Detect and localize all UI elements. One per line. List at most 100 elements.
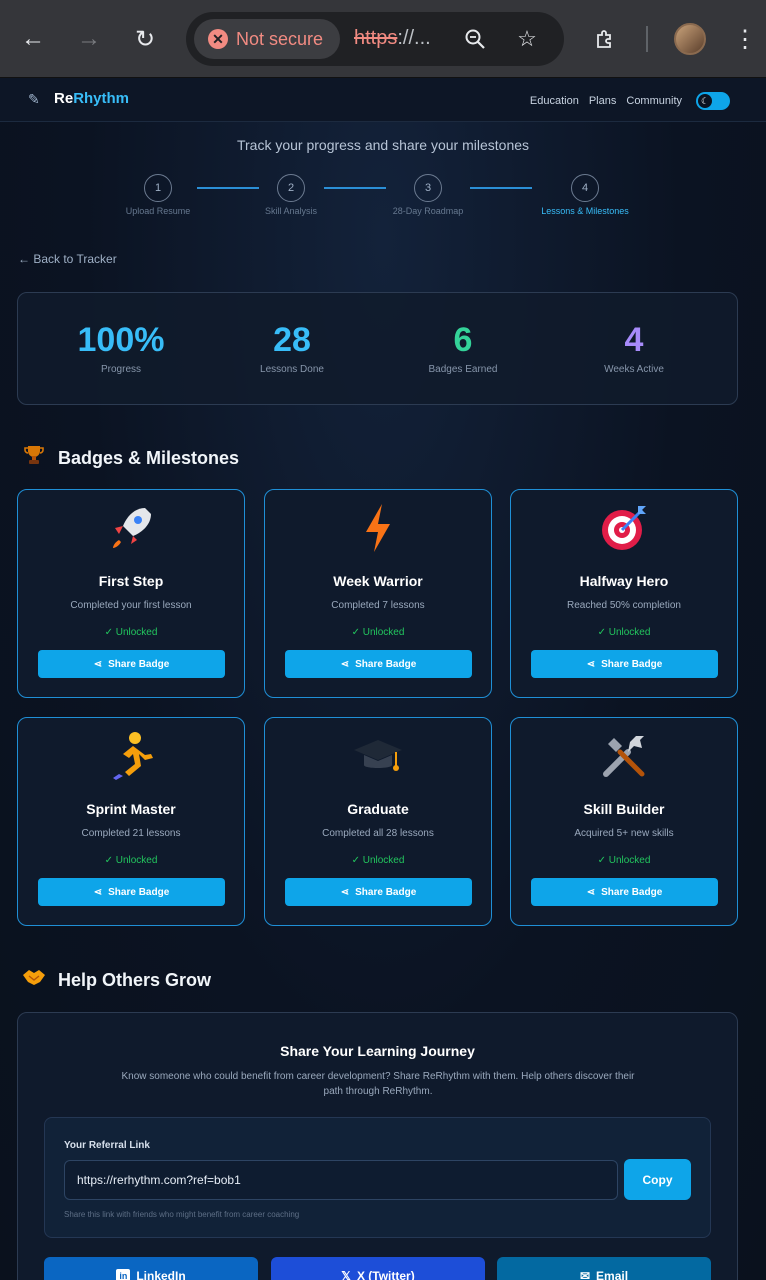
step-4[interactable]: 4 Lessons & Milestones (525, 174, 645, 216)
badge-title: Graduate (347, 801, 409, 817)
help-section-title: Help Others Grow (22, 967, 211, 993)
security-label: Not secure (236, 28, 324, 49)
step-label: Skill Analysis (264, 206, 318, 216)
email-share-button[interactable]: ✉ Email (497, 1257, 711, 1280)
zoom-icon[interactable] (460, 24, 490, 54)
brand-name: ReRhythm (54, 90, 130, 107)
share-badge-button[interactable]: ⋖ Share Badge (285, 878, 472, 906)
reload-icon[interactable]: ↻ (128, 22, 162, 56)
toolbar-separator (646, 26, 648, 52)
badge-card-graduate: Graduate Completed all 28 lessons ✓ Unlo… (264, 717, 492, 926)
stat-label: Badges Earned (428, 364, 498, 375)
linkedin-share-button[interactable]: in LinkedIn (44, 1257, 258, 1280)
badge-status: ✓ Unlocked (351, 855, 405, 866)
twitter-share-button[interactable]: 𝕏 X (Twitter) (271, 1257, 485, 1280)
badge-card-halfway-hero: Halfway Hero Reached 50% completion ✓ Un… (510, 489, 738, 698)
menu-dots-icon[interactable]: ⋮ (728, 22, 762, 56)
share-icon: ⋖ (340, 658, 350, 670)
stat-value: 4 (624, 321, 644, 359)
step-1[interactable]: 1 Upload Resume (98, 174, 218, 216)
address-bar[interactable]: ✕ Not secure https://... ☆ (186, 12, 564, 66)
share-icon: ⋖ (340, 886, 350, 898)
badge-title: Halfway Hero (579, 573, 669, 589)
badge-status: ✓ Unlocked (597, 855, 651, 866)
step-3[interactable]: 3 28-Day Roadmap (368, 174, 488, 216)
url-text[interactable]: https://... (354, 27, 431, 50)
nav-link-plans[interactable]: Plans (589, 95, 617, 107)
stat-lessons: 28 Lessons Done (207, 321, 377, 375)
url-scheme: https (354, 27, 398, 49)
security-chip[interactable]: ✕ Not secure (194, 19, 340, 59)
progress-stepper: 1 Upload Resume 2 Skill Analysis 3 28-Da… (0, 174, 766, 224)
extensions-icon[interactable] (588, 22, 622, 56)
page-subtitle: Track your progress and share your miles… (236, 137, 530, 153)
share-badge-button[interactable]: ⋖ Share Badge (38, 878, 225, 906)
step-number: 3 (414, 174, 442, 202)
star-icon[interactable]: ☆ (512, 24, 542, 54)
share-badge-button[interactable]: ⋖ Share Badge (531, 650, 718, 678)
tools-icon (511, 728, 737, 784)
back-arrow-icon[interactable]: ← (16, 22, 50, 56)
lightning-icon (265, 500, 491, 556)
badge-description: Completed all 28 lessons (322, 828, 434, 839)
stat-badges: 6 Badges Earned (378, 321, 548, 375)
share-badge-button[interactable]: ⋖ Share Badge (531, 878, 718, 906)
badge-title: Week Warrior (333, 573, 423, 589)
badge-description: Reached 50% completion (567, 600, 681, 611)
stat-weeks: 4 Weeks Active (549, 321, 719, 375)
trophy-icon (22, 444, 46, 472)
check-circle-icon: ✓ (351, 627, 363, 638)
badge-card-sprint-master: Sprint Master Completed 21 lessons ✓ Unl… (17, 717, 245, 926)
badge-description: Acquired 5+ new skills (574, 828, 674, 839)
forward-arrow-icon[interactable]: → (72, 22, 106, 56)
check-circle-icon: ✓ (351, 855, 363, 866)
badge-status: ✓ Unlocked (104, 855, 158, 866)
theme-toggle[interactable]: ☾ (696, 92, 730, 110)
share-icon: ⋖ (93, 886, 103, 898)
handshake-icon (22, 967, 46, 993)
stats-card: 100% Progress 28 Lessons Done 6 Badges E… (17, 292, 738, 405)
stat-progress: 100% Progress (36, 321, 206, 375)
share-icon: ⋖ (93, 658, 103, 670)
badge-status: ✓ Unlocked (597, 627, 651, 638)
graduation-cap-icon (265, 728, 491, 784)
envelope-icon: ✉ (579, 1269, 591, 1280)
rocket-icon (18, 500, 244, 556)
stat-label: Lessons Done (260, 364, 324, 375)
profile-avatar[interactable] (674, 23, 706, 55)
referral-hint: Share this link with friends who might b… (64, 1210, 300, 1219)
section-heading: Help Others Grow (58, 969, 212, 990)
badge-description: Completed 21 lessons (81, 828, 181, 839)
share-card-description: Know someone who could benefit from care… (121, 1071, 635, 1097)
copy-button[interactable]: Copy (624, 1159, 691, 1200)
share-journey-card: Share Your Learning Journey Know someone… (17, 1012, 738, 1280)
main-content: Track your progress and share your miles… (0, 122, 766, 1280)
warning-icon: ✕ (208, 29, 228, 49)
badge-status: ✓ Unlocked (104, 627, 158, 638)
check-circle-icon: ✓ (104, 627, 116, 638)
referral-link-input[interactable]: https://rerhythm.com?ref=bob1 (64, 1160, 618, 1200)
share-badge-button[interactable]: ⋖ Share Badge (285, 650, 472, 678)
nav-link-community[interactable]: Community (626, 95, 682, 107)
brand-logo[interactable]: ✎ ReRhythm (28, 90, 129, 107)
step-number: 4 (571, 174, 599, 202)
step-2[interactable]: 2 Skill Analysis (231, 174, 351, 216)
url-rest: ://... (397, 27, 431, 49)
badge-card-skill-builder: Skill Builder Acquired 5+ new skills ✓ U… (510, 717, 738, 926)
share-icon: ⋖ (586, 658, 596, 670)
x-logo-icon: 𝕏 (341, 1269, 351, 1280)
step-label: Lessons & Milestones (541, 206, 629, 216)
stat-value: 28 (273, 321, 311, 359)
nav-link-education[interactable]: Education (530, 95, 579, 107)
moon-icon: ☾ (698, 94, 712, 108)
stat-label: Weeks Active (604, 364, 664, 375)
step-label: 28-Day Roadmap (392, 206, 464, 216)
back-to-tracker-link[interactable]: ← Back to Tracker (18, 252, 117, 266)
stat-value: 100% (77, 321, 165, 359)
share-badge-button[interactable]: ⋖ Share Badge (38, 650, 225, 678)
share-card-title: Share Your Learning Journey (280, 1043, 475, 1059)
runner-icon (18, 728, 244, 784)
share-icon: ⋖ (586, 886, 596, 898)
step-number: 2 (277, 174, 305, 202)
step-label: Upload Resume (125, 206, 191, 216)
